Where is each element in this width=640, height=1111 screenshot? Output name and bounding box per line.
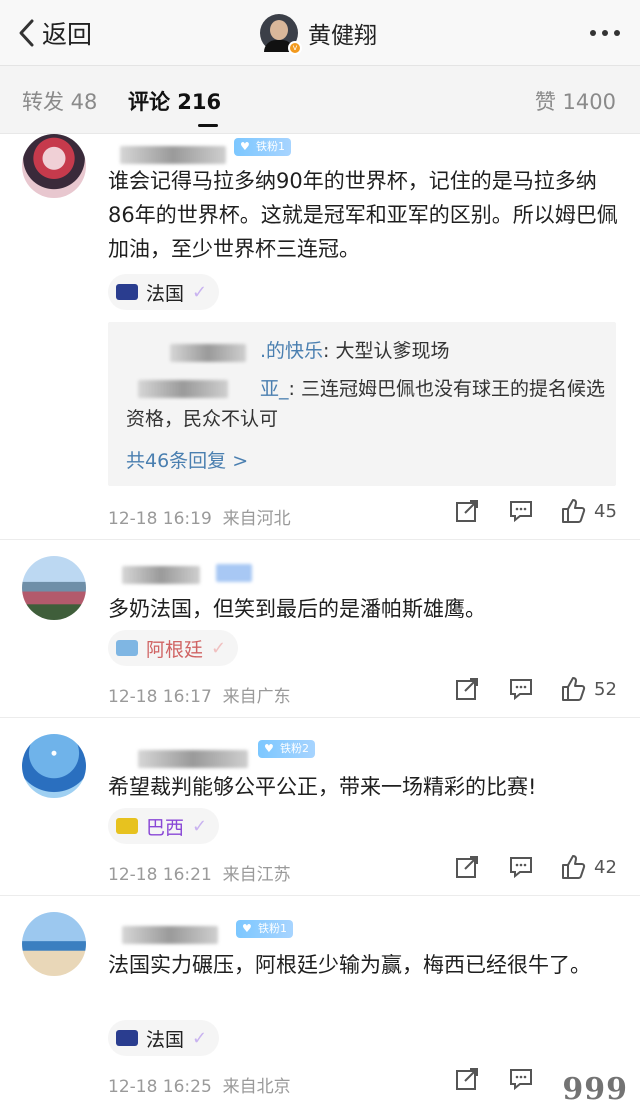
comment-text: 谁会记得马拉多纳90年的世界杯，记住的是马拉多纳86年的世界杯。这就是冠军和亚军… <box>108 169 618 261</box>
thumbs-up-icon <box>562 677 586 701</box>
thumbs-up-icon <box>562 855 586 879</box>
username-blurred[interactable] <box>122 566 200 584</box>
tab-indicator <box>198 124 218 127</box>
avatar[interactable] <box>22 912 86 976</box>
team-tag[interactable]: 巴西 ✓ <box>108 808 220 844</box>
tab-repost[interactable]: 转发 48 <box>22 86 97 116</box>
like-button[interactable]: 45 <box>560 498 617 524</box>
comment-item: 铁粉1 谁会记得马拉多纳90年的世界杯，记住的是马拉多纳86年的世界杯。这就是冠… <box>0 134 640 540</box>
comment-icon <box>510 501 532 523</box>
username-blurred[interactable] <box>120 146 226 164</box>
location: 来自北京 <box>222 1077 291 1097</box>
share-icon <box>456 856 478 878</box>
reply-author[interactable]: .的快乐 <box>260 340 323 362</box>
share-button[interactable] <box>454 498 480 524</box>
tab-likes[interactable]: 赞 1400 <box>535 86 616 116</box>
reply-button[interactable] <box>508 498 534 524</box>
like-button[interactable]: 42 <box>560 854 617 880</box>
timestamp: 12-18 16:21 <box>108 865 212 885</box>
chevron-left-icon <box>19 19 34 47</box>
team-tag[interactable]: 阿根廷 ✓ <box>108 630 239 666</box>
comment-meta: 12-18 16:17 来自广东 <box>108 682 291 707</box>
reply-button[interactable] <box>508 1066 534 1092</box>
comment-meta: 12-18 16:25 来自北京 <box>108 1072 291 1097</box>
comment-icon <box>510 1069 532 1091</box>
nav-header: 返回 v 黄健翔 <box>0 0 640 66</box>
fan-badge: 铁粉1 <box>234 138 291 156</box>
share-icon <box>456 1068 478 1090</box>
team-name: 法国 <box>146 1028 185 1051</box>
jersey-icon <box>116 640 138 656</box>
like-count: 42 <box>594 856 617 878</box>
comment-icon <box>510 857 532 879</box>
team-name: 法国 <box>146 282 185 305</box>
comment-text: 多奶法国，但笑到最后的是潘帕斯雄鹰。 <box>108 597 486 621</box>
tab-bar: 转发 48 评论 216 赞 1400 <box>0 66 640 134</box>
team-name: 阿根廷 <box>146 638 204 661</box>
team-name: 巴西 <box>146 816 185 839</box>
like-count: 45 <box>594 500 617 522</box>
comment-item: 铁粉2 希望裁判能够公平公正，带来一场精彩的比赛! 巴西 ✓ 12-18 16:… <box>0 718 640 896</box>
check-icon: ✓ <box>192 1027 208 1049</box>
page-title: 黄健翔 <box>308 23 377 49</box>
reply-button[interactable] <box>508 854 534 880</box>
jersey-icon <box>116 818 138 834</box>
location: 来自江苏 <box>222 865 291 885</box>
fan-badge: 铁粉1 <box>236 920 293 938</box>
reply-name-blurred <box>170 344 246 362</box>
timestamp: 12-18 16:17 <box>108 687 212 707</box>
watermark-logo: 999 <box>562 1072 628 1107</box>
reply-line: 亚_: 三连冠姆巴佩也没有球王的提名候选资格，民众不认可 <box>126 374 606 434</box>
profile-title[interactable]: v 黄健翔 <box>260 12 377 55</box>
reply-text: : 三连冠姆巴佩也没有球王的提名候选资格，民众不认可 <box>126 378 605 430</box>
timestamp: 12-18 16:25 <box>108 1077 212 1097</box>
check-icon: ✓ <box>211 637 227 659</box>
view-all-replies-link[interactable]: 共46条回复 > <box>126 446 248 473</box>
verified-icon: v <box>288 41 302 55</box>
reply-line: .的快乐: 大型认爹现场 <box>260 336 450 366</box>
comment-item: 多奶法国，但笑到最后的是潘帕斯雄鹰。 阿根廷 ✓ 12-18 16:17 来自广… <box>0 540 640 718</box>
comment-text: 希望裁判能够公平公正，带来一场精彩的比赛! <box>108 775 537 799</box>
reply-button[interactable] <box>508 676 534 702</box>
reply-box[interactable]: .的快乐: 大型认爹现场 亚_: 三连冠姆巴佩也没有球王的提名候选资格，民众不认… <box>108 322 616 486</box>
back-button[interactable]: 返回 <box>16 14 92 52</box>
reply-text: : 大型认爹现场 <box>323 340 450 362</box>
like-count: 52 <box>594 678 617 700</box>
share-button[interactable] <box>454 1066 480 1092</box>
location: 来自河北 <box>222 509 291 529</box>
share-icon <box>456 678 478 700</box>
badge-blurred <box>216 564 252 582</box>
comment-item: 铁粉1 法国实力碾压，阿根廷少输为赢，梅西已经很牛了。 法国 ✓ 12-18 1… <box>0 896 640 1111</box>
team-tag[interactable]: 法国 ✓ <box>108 1020 220 1056</box>
team-tag[interactable]: 法国 ✓ <box>108 274 220 310</box>
share-button[interactable] <box>454 676 480 702</box>
more-options-icon[interactable] <box>590 30 620 36</box>
avatar[interactable] <box>22 734 86 798</box>
like-button[interactable]: 52 <box>560 676 617 702</box>
location: 来自广东 <box>222 687 291 707</box>
back-label: 返回 <box>42 20 93 49</box>
username-blurred[interactable] <box>138 750 248 768</box>
comment-meta: 12-18 16:21 来自江苏 <box>108 860 291 885</box>
jersey-icon <box>116 284 138 300</box>
check-icon: ✓ <box>192 815 208 837</box>
comment-icon <box>510 679 532 701</box>
check-icon: ✓ <box>192 281 208 303</box>
username-blurred[interactable] <box>122 926 218 944</box>
timestamp: 12-18 16:19 <box>108 509 212 529</box>
thumbs-up-icon <box>562 499 586 523</box>
avatar[interactable] <box>22 134 86 198</box>
avatar[interactable]: v <box>260 14 302 55</box>
tab-comments[interactable]: 评论 216 <box>128 86 221 116</box>
fan-badge: 铁粉2 <box>258 740 315 758</box>
comment-meta: 12-18 16:19 来自河北 <box>108 504 291 529</box>
reply-author[interactable]: 亚_ <box>260 378 289 400</box>
share-button[interactable] <box>454 854 480 880</box>
jersey-icon <box>116 1030 138 1046</box>
avatar[interactable] <box>22 556 86 620</box>
share-icon <box>456 500 478 522</box>
comment-text: 法国实力碾压，阿根廷少输为赢，梅西已经很牛了。 <box>108 953 591 977</box>
